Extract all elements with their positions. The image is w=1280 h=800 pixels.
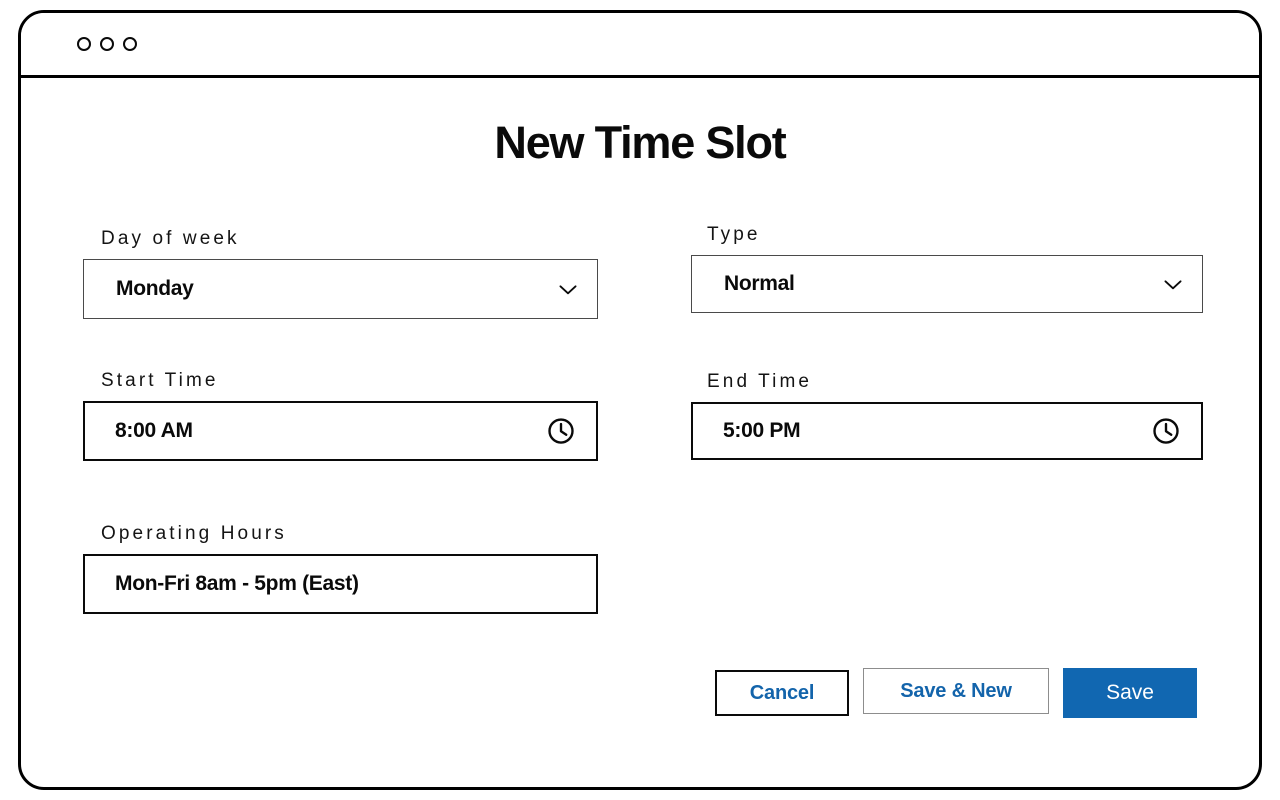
start-time-value: 8:00 AM xyxy=(115,418,193,442)
cancel-button[interactable]: Cancel xyxy=(715,670,849,716)
end-time-label: End Time xyxy=(707,371,813,392)
minimize-icon[interactable] xyxy=(100,37,114,51)
operating-hours-input[interactable]: Mon-Fri 8am - 5pm (East) xyxy=(83,553,598,614)
field-operating-hours: Operating Hours Mon-Fri 8am - 5pm (East) xyxy=(83,523,598,614)
day-of-week-value: Monday xyxy=(116,276,194,300)
chevron-down-icon xyxy=(555,276,581,302)
operating-hours-value: Mon-Fri 8am - 5pm (East) xyxy=(115,571,359,595)
type-select[interactable]: Normal xyxy=(691,254,1203,313)
field-start-time: Start Time 8:00 AM xyxy=(83,370,598,461)
chevron-down-icon xyxy=(1160,271,1186,297)
operating-hours-label: Operating Hours xyxy=(101,523,287,544)
save-and-new-button[interactable]: Save & New xyxy=(863,668,1049,714)
save-button[interactable]: Save xyxy=(1063,668,1197,718)
maximize-icon[interactable] xyxy=(123,37,137,51)
dialog-body: New Time Slot Day of week Monday Start T… xyxy=(21,78,1259,787)
window-controls xyxy=(77,37,137,51)
field-type: Type Normal xyxy=(691,224,1203,313)
window-titlebar xyxy=(21,13,1259,78)
end-time-input[interactable]: 5:00 PM xyxy=(691,401,1203,460)
start-time-input[interactable]: 8:00 AM xyxy=(83,400,598,461)
type-value: Normal xyxy=(724,271,795,295)
day-of-week-label: Day of week xyxy=(101,228,240,249)
clock-icon[interactable] xyxy=(1151,416,1181,446)
start-time-label: Start Time xyxy=(101,370,219,391)
close-icon[interactable] xyxy=(77,37,91,51)
clock-icon[interactable] xyxy=(546,416,576,446)
app-window: New Time Slot Day of week Monday Start T… xyxy=(18,10,1262,790)
field-end-time: End Time 5:00 PM xyxy=(691,371,1203,460)
page-title: New Time Slot xyxy=(494,117,786,168)
dialog-actions: Cancel Save & New Save xyxy=(715,668,1197,718)
field-day-of-week: Day of week Monday xyxy=(83,228,598,319)
day-of-week-select[interactable]: Monday xyxy=(83,258,598,319)
end-time-value: 5:00 PM xyxy=(723,418,801,442)
type-label: Type xyxy=(707,224,761,245)
